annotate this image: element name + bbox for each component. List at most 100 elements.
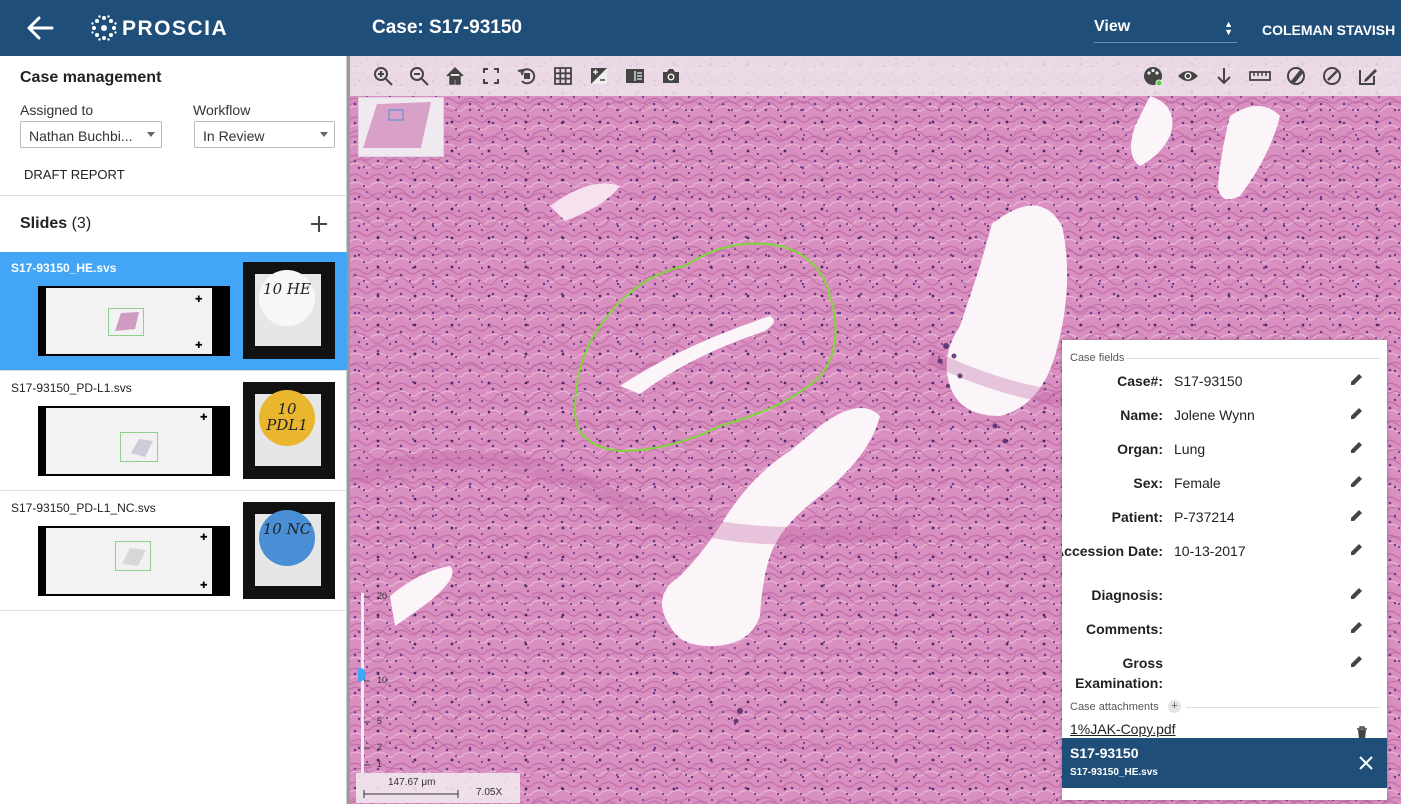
case-bar-subtitle: S17-93150_HE.svs — [1070, 767, 1158, 778]
slide-item-pd-l1-nc[interactable]: S17-93150_PD-L1_NC.svs ✚ ✚ 10 NC — [0, 492, 347, 611]
proscia-logo[interactable]: PROSCIA — [90, 14, 230, 42]
divider — [0, 195, 347, 196]
case-attachments-heading: Case attachments — [1070, 701, 1159, 713]
slide-item-he[interactable]: S17-93150_HE.svs ✚ ✚ 10 HE — [0, 252, 347, 371]
slide-thumbnail: ✚ ✚ — [38, 286, 230, 356]
slide-roi-box — [108, 308, 144, 336]
field-label-accession-date: Accession Date: — [1062, 543, 1163, 559]
grid-icon[interactable] — [552, 65, 574, 87]
workflow-label: Workflow — [193, 102, 251, 118]
app-root: PROSCIA Case: S17-93150 View ▲ ▼ COLEMAN … — [0, 0, 1401, 804]
edit-pencil-icon[interactable] — [1350, 508, 1364, 522]
plus-marker-icon: ✚ — [195, 340, 203, 350]
select-arrows-icon: ▲ ▼ — [1224, 19, 1233, 37]
user-menu[interactable]: COLEMAN STAVISH — [1262, 22, 1395, 38]
zoom-tick-label: 2 — [377, 742, 383, 752]
field-label-patient: Patient: — [1111, 509, 1163, 525]
eye-icon[interactable] — [1177, 65, 1199, 87]
view-select[interactable]: View ▲ ▼ — [1094, 18, 1237, 43]
download-icon[interactable] — [1213, 65, 1235, 87]
edit-pencil-icon[interactable] — [1350, 542, 1364, 556]
assigned-to-dropdown[interactable]: Nathan Buchbi... — [20, 121, 162, 148]
field-label-diagnosis: Diagnosis: — [1091, 587, 1163, 603]
overview-thumbnail[interactable] — [358, 97, 444, 157]
pen-icon[interactable] — [1321, 65, 1343, 87]
adjust-icon[interactable] — [588, 65, 610, 87]
field-label-case: Case#: — [1117, 373, 1163, 389]
scale-bar: 147.67 μm 7.05X — [356, 773, 520, 803]
left-panel: Case management Assigned to Nathan Buchb… — [0, 56, 347, 804]
slide-label-sticker: 10 PDL1 — [259, 390, 315, 446]
slide-roi-box — [120, 432, 158, 462]
top-bar: PROSCIA Case: S17-93150 View ▲ ▼ COLEMAN … — [0, 0, 1401, 56]
zoom-slider[interactable]: 20 10 5 2 1 — [352, 591, 396, 773]
add-attachment-plus-icon[interactable]: + — [1168, 700, 1181, 713]
field-value-organ: Lung — [1174, 441, 1206, 457]
divider — [1186, 707, 1380, 708]
slides-header: Slides (3) — [20, 215, 91, 233]
slide-label-image: 10 NC — [243, 502, 335, 599]
draft-report-button[interactable]: DRAFT REPORT — [24, 167, 125, 182]
scale-label: 147.67 μm — [388, 777, 436, 788]
rotate-icon[interactable] — [516, 65, 538, 87]
draw-icon[interactable] — [1285, 65, 1307, 87]
zoom-handle[interactable] — [352, 667, 366, 682]
case-bar-title: S17-93150 — [1070, 745, 1139, 761]
edit-pencil-icon[interactable] — [1350, 620, 1364, 634]
edit-pencil-icon[interactable] — [1350, 654, 1364, 668]
divider — [1126, 358, 1380, 359]
edit-icon[interactable] — [1357, 65, 1379, 87]
reader-icon[interactable] — [624, 65, 646, 87]
edit-pencil-icon[interactable] — [1350, 406, 1364, 420]
slide-label-image: 10 HE — [243, 262, 335, 359]
slide-label-text: 10 NC — [262, 520, 312, 538]
case-fields-heading: Case fields — [1070, 352, 1125, 364]
zoom-tick-label: 5 — [377, 716, 383, 726]
field-label-name: Name: — [1120, 407, 1163, 423]
edit-pencil-icon[interactable] — [1350, 440, 1364, 454]
ruler-icon[interactable] — [1249, 65, 1271, 87]
slide-label-text: 10 PDL1 — [266, 400, 308, 434]
zoom-in-icon[interactable] — [372, 65, 394, 87]
attachment-link[interactable]: 1%JAK-Copy.pdf — [1070, 721, 1176, 737]
slide-name: S17-93150_PD-L1.svs — [11, 381, 132, 395]
scale-line-icon — [363, 790, 459, 798]
slide-viewer[interactable]: 20 10 5 2 1 147.67 μm 7.05X Case fields … — [350, 56, 1401, 804]
zoom-out-icon[interactable] — [408, 65, 430, 87]
field-value-case: S17-93150 — [1174, 373, 1243, 389]
field-label-sex: Sex: — [1133, 475, 1163, 491]
caret-down-icon — [147, 132, 155, 137]
field-label-comments: Comments: — [1085, 621, 1163, 637]
slide-label-text: 10 HE — [263, 280, 311, 298]
case-management-title: Case management — [20, 69, 162, 86]
zoom-tick-label: 20 — [377, 591, 388, 601]
add-slide-plus-icon[interactable] — [308, 213, 330, 235]
plus-marker-icon: ✚ — [200, 580, 208, 590]
magnification-label: 7.05X — [476, 787, 503, 798]
plus-marker-icon: ✚ — [200, 532, 208, 542]
slide-label-sticker: 10 NC — [259, 510, 315, 566]
slide-thumbnail: ✚ ✚ — [38, 526, 230, 596]
close-icon[interactable] — [1358, 755, 1374, 771]
slide-item-pd-l1[interactable]: S17-93150_PD-L1.svs ✚ 10 PDL1 — [0, 372, 347, 491]
fullscreen-icon[interactable] — [480, 65, 502, 87]
plus-marker-icon: ✚ — [195, 294, 203, 304]
slide-name: S17-93150_HE.svs — [11, 261, 117, 275]
tissue-preview-icon — [115, 312, 139, 331]
back-arrow-icon[interactable] — [22, 12, 58, 44]
caret-down-icon — [320, 132, 328, 137]
assigned-to-label: Assigned to — [20, 102, 94, 118]
brand-name: PROSCIA — [122, 17, 229, 40]
edit-pencil-icon[interactable] — [1350, 474, 1364, 488]
plus-marker-icon: ✚ — [200, 412, 208, 422]
field-value-patient: P-737214 — [1174, 509, 1235, 525]
field-label-organ: Organ: — [1117, 441, 1163, 457]
camera-icon[interactable] — [660, 65, 682, 87]
edit-pencil-icon[interactable] — [1350, 372, 1364, 386]
workflow-dropdown[interactable]: In Review — [194, 121, 335, 148]
palette-icon[interactable] — [1142, 65, 1164, 87]
logo-mark-icon — [91, 15, 117, 41]
edit-pencil-icon[interactable] — [1350, 586, 1364, 600]
home-icon[interactable] — [444, 65, 466, 87]
assigned-to-value: Nathan Buchbi... — [29, 128, 133, 144]
